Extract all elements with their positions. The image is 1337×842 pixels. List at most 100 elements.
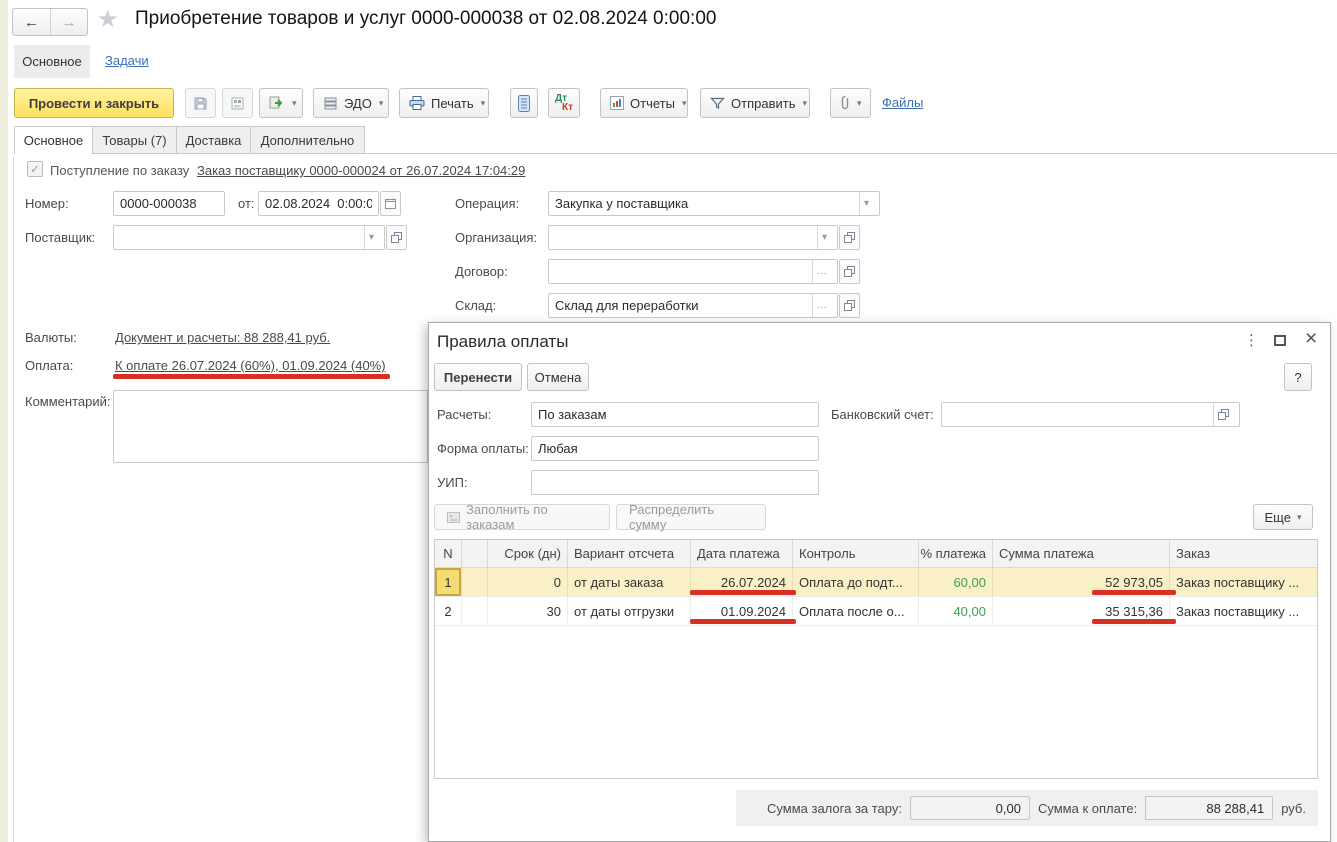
currencies-link[interactable]: Документ и расчеты: 88 288,41 руб. [115, 330, 330, 345]
payment-label: Оплата: [25, 358, 73, 373]
chevron-down-icon[interactable]: ▾ [364, 226, 378, 249]
warehouse-input[interactable]: Склад для переработки … [548, 293, 838, 318]
close-icon[interactable]: × [1305, 327, 1317, 351]
payment-form-input[interactable]: Любая [531, 436, 819, 461]
comment-textarea[interactable] [113, 390, 428, 463]
organization-input[interactable]: ▾ [548, 225, 838, 250]
attachments-button[interactable]: ▾ [830, 88, 871, 118]
col-header-term[interactable]: Срок (дн) [488, 540, 568, 567]
tab-main[interactable]: Основное [14, 126, 93, 154]
transfer-button[interactable]: Перенести [434, 363, 522, 391]
open-in-new-icon [844, 232, 855, 243]
table-row[interactable]: 2 30 от даты отгрузки 01.09.2024 Оплата … [435, 597, 1317, 626]
comment-label: Комментарий: [25, 394, 111, 409]
help-button[interactable]: ? [1284, 363, 1312, 391]
supplier-input[interactable]: ▾ [113, 225, 385, 250]
more-menu-icon[interactable]: ⋮ [1244, 331, 1260, 349]
col-header-control[interactable]: Контроль [793, 540, 919, 567]
payment-link[interactable]: К оплате 26.07.2024 (60%), 01.09.2024 (4… [115, 358, 386, 373]
organization-open-button[interactable] [839, 225, 860, 250]
uip-input[interactable] [531, 470, 819, 495]
date-label: от: [238, 196, 255, 211]
send-label: Отправить [731, 96, 795, 111]
edo-button[interactable]: ЭДО ▾ [313, 88, 389, 118]
forward-button[interactable]: → [50, 9, 87, 35]
supplier-open-button[interactable] [386, 225, 407, 250]
contract-input[interactable]: … [548, 259, 838, 284]
tab-delivery[interactable]: Доставка [176, 126, 251, 154]
table-row[interactable]: 1 0 от даты заказа 26.07.2024 Оплата до … [435, 568, 1317, 597]
col-header-date[interactable]: Дата платежа [691, 540, 793, 567]
window-edge-strip [0, 0, 8, 842]
contract-open-button[interactable] [839, 259, 860, 284]
deposit-value-field: 0,00 [910, 796, 1030, 820]
print-button[interactable]: Печать ▾ [399, 88, 489, 118]
distribute-amount-button[interactable]: Распределить сумму [616, 504, 766, 530]
chevron-down-icon[interactable]: ▾ [817, 226, 831, 249]
order-checkbox[interactable]: ✓ [27, 161, 43, 177]
deposit-label: Сумма залога за тару: [767, 801, 902, 816]
calculations-input[interactable]: По заказам [531, 402, 819, 427]
active-cell: 1 [435, 568, 461, 596]
nav-tab-main[interactable]: Основное [14, 45, 90, 78]
arrow-left-icon: ← [24, 14, 39, 31]
create-based-on-icon [269, 96, 285, 110]
save-button[interactable] [185, 88, 216, 118]
currency-label: руб. [1281, 801, 1306, 816]
history-nav-group: ← → [12, 8, 88, 36]
dtkt-button[interactable]: Дт Кт [548, 88, 580, 118]
cancel-button[interactable]: Отмена [527, 363, 589, 391]
calendar-button[interactable] [380, 191, 401, 216]
col-header-order[interactable]: Заказ [1170, 540, 1317, 567]
reports-button[interactable]: Отчеты ▾ [600, 88, 688, 118]
paperclip-icon [840, 95, 850, 111]
chevron-down-icon: ▾ [857, 98, 862, 109]
organization-label: Организация: [455, 230, 537, 245]
application-window: ← → ★ Приобретение товаров и услуг 0000-… [0, 0, 1337, 842]
operation-label: Операция: [455, 196, 519, 211]
annotation-underline-amount2 [1092, 619, 1176, 624]
number-input[interactable]: 0000-000038 [113, 191, 225, 216]
register-list-icon [518, 95, 530, 112]
favorite-star-icon[interactable]: ★ [97, 5, 119, 34]
col-header-amount[interactable]: Сумма платежа [993, 540, 1170, 567]
form-left-border [13, 156, 14, 842]
open-in-new-icon [844, 266, 855, 277]
more-button[interactable]: Еще▾ [1253, 504, 1313, 530]
bank-account-input[interactable] [941, 402, 1240, 427]
print-label: Печать [431, 96, 474, 111]
back-button[interactable]: ← [13, 9, 50, 35]
warehouse-open-button[interactable] [839, 293, 860, 318]
fill-by-orders-button[interactable]: Заполнить по заказам [434, 504, 610, 530]
ellipsis-icon[interactable]: … [812, 294, 831, 317]
tab-divider [14, 153, 1337, 154]
maximize-icon[interactable] [1274, 335, 1286, 346]
col-header-flag[interactable] [462, 540, 488, 567]
total-value-field: 88 288,41 [1145, 796, 1273, 820]
files-link[interactable]: Файлы [882, 95, 923, 110]
col-header-n[interactable]: N [435, 540, 462, 567]
uip-label: УИП: [437, 475, 468, 490]
send-button[interactable]: Отправить ▾ [700, 88, 810, 118]
post-and-close-button[interactable]: Провести и закрыть [14, 88, 174, 118]
supplier-order-link[interactable]: Заказ поставщику 0000-000024 от 26.07.20… [197, 163, 525, 178]
check-icon: ✓ [30, 162, 40, 176]
page-title: Приобретение товаров и услуг 0000-000038… [135, 8, 716, 30]
payment-schedule-table[interactable]: N Срок (дн) Вариант отсчета Дата платежа… [434, 539, 1318, 779]
annotation-underline-payment [113, 374, 390, 379]
open-in-new-icon[interactable] [1213, 403, 1233, 426]
tab-goods[interactable]: Товары (7) [92, 126, 177, 154]
printer-icon [409, 96, 425, 110]
date-input[interactable]: 02.08.2024 0:00:00 [258, 191, 379, 216]
register-records-button[interactable] [510, 88, 538, 118]
post-document-button[interactable] [222, 88, 253, 118]
col-header-percent[interactable]: % платежа [919, 540, 993, 567]
tab-additional[interactable]: Дополнительно [250, 126, 365, 154]
ellipsis-icon[interactable]: … [812, 260, 831, 283]
create-based-on-button[interactable]: ▾ [259, 88, 303, 118]
col-header-variant[interactable]: Вариант отсчета [568, 540, 691, 567]
operation-input[interactable]: Закупка у поставщика ▾ [548, 191, 880, 216]
chevron-down-icon[interactable]: ▾ [859, 192, 873, 215]
nav-tab-tasks[interactable]: Задачи [105, 53, 149, 68]
number-label: Номер: [25, 196, 69, 211]
